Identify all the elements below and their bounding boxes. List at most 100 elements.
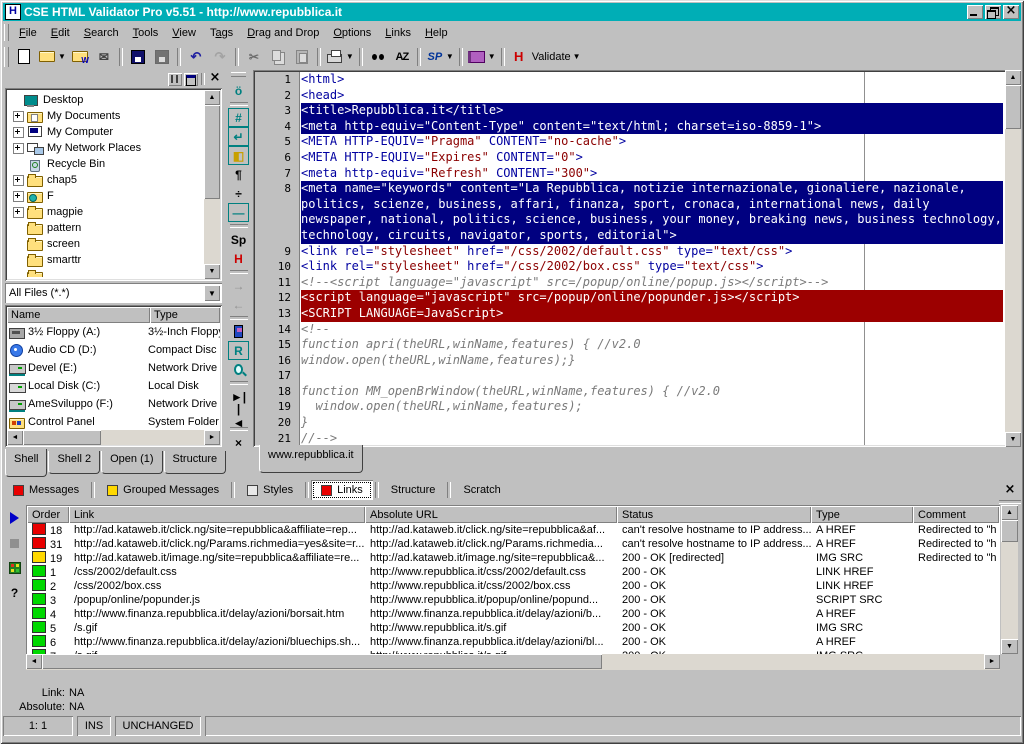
tab-structure[interactable]: Structure bbox=[164, 451, 227, 474]
dropdown-arrow-icon[interactable]: ▼ bbox=[446, 52, 454, 61]
tab-shell[interactable]: Shell bbox=[5, 449, 47, 477]
restore-button[interactable] bbox=[985, 5, 1001, 19]
code-text[interactable]: <script language="javascript" src=/popup… bbox=[301, 290, 1003, 306]
menu-item-help[interactable]: Help bbox=[418, 25, 455, 41]
line-spacing-button[interactable]: ÷ bbox=[228, 184, 249, 203]
print-button[interactable]: ▼ bbox=[324, 46, 356, 68]
next-message-button[interactable]: → bbox=[228, 276, 249, 295]
tree-item-recycle-bin[interactable]: Recycle Bin bbox=[9, 156, 202, 172]
links-hscroll-thumb[interactable] bbox=[42, 654, 602, 669]
tree-item-f[interactable]: F bbox=[9, 188, 202, 204]
toolbar-grip[interactable] bbox=[4, 47, 9, 67]
tree-expand-icon[interactable] bbox=[13, 111, 24, 122]
code-text[interactable]: <link rel="stylesheet" href="/css/2002/b… bbox=[301, 259, 1003, 275]
save-button[interactable] bbox=[126, 46, 150, 68]
tree-scroll-thumb[interactable] bbox=[204, 105, 220, 199]
pilcrow-button[interactable]: ¶ bbox=[228, 165, 249, 184]
file-list-header-name[interactable]: Name bbox=[7, 307, 150, 323]
tree-item-desktop[interactable]: Desktop bbox=[9, 92, 202, 108]
dropdown-arrow-icon[interactable]: ▼ bbox=[488, 52, 496, 61]
editor-scrollbar[interactable]: ▲ ▼ bbox=[1005, 70, 1021, 447]
new-file-button[interactable] bbox=[12, 46, 36, 68]
undo-button[interactable]: ↶ bbox=[184, 46, 208, 68]
column-header-order[interactable]: Order bbox=[27, 506, 69, 523]
file-row-local-disk-c[interactable]: Local Disk (C:)Local Disk bbox=[7, 377, 220, 395]
menu-item-file[interactable]: File bbox=[12, 25, 44, 41]
tree-expand-icon[interactable] bbox=[13, 175, 24, 186]
spell-button[interactable]: SP▼ bbox=[424, 46, 456, 68]
tree-expand-icon[interactable] bbox=[13, 127, 24, 138]
tree-item-chap5[interactable]: chap5 bbox=[9, 172, 202, 188]
document-tab[interactable]: www.repubblica.it bbox=[259, 445, 363, 473]
links-scroll-left-icon[interactable]: ◄ bbox=[26, 654, 42, 669]
editor-scroll-down-icon[interactable]: ▼ bbox=[1005, 432, 1021, 447]
open-web-button[interactable] bbox=[68, 46, 92, 68]
tree-item-pattern[interactable]: pattern bbox=[9, 220, 202, 236]
file-list-scroll-left-icon[interactable]: ◄ bbox=[7, 430, 23, 445]
split-view-button[interactable]: ◧ bbox=[228, 146, 249, 165]
save-all-button[interactable] bbox=[150, 46, 174, 68]
file-filter-combo[interactable]: All Files (*.*) ▼ bbox=[5, 283, 222, 303]
code-text[interactable]: } bbox=[301, 415, 1003, 431]
links-scroll-down-icon[interactable]: ▼ bbox=[1001, 639, 1018, 654]
browser-preview-button[interactable] bbox=[228, 322, 249, 341]
tree-item-magpie[interactable]: magpie bbox=[9, 204, 202, 220]
code-text[interactable]: <html> bbox=[301, 72, 1003, 88]
tree-scrollbar[interactable]: ▲ ▼ bbox=[204, 90, 220, 279]
stop-icon[interactable] bbox=[6, 535, 24, 551]
code-text[interactable]: window.open(theURL,winName,features);} bbox=[301, 353, 1003, 369]
table-row[interactable]: 2/css/2002/box.csshttp://www.repubblica.… bbox=[27, 579, 999, 593]
links-scroll-up-icon[interactable]: ▲ bbox=[1001, 505, 1018, 520]
results-tab-links[interactable]: Links bbox=[311, 480, 373, 500]
menu-item-edit[interactable]: Edit bbox=[44, 25, 77, 41]
file-list-scroll-right-icon[interactable]: ► bbox=[204, 430, 220, 445]
tree-item-item[interactable] bbox=[9, 268, 202, 277]
reference-button[interactable]: ▼ bbox=[466, 46, 498, 68]
column-header-link[interactable]: Link bbox=[69, 506, 365, 523]
side-toolbar-grip[interactable] bbox=[231, 72, 246, 77]
tree-expand-icon[interactable] bbox=[13, 191, 24, 202]
tree-scroll-up-icon[interactable]: ▲ bbox=[204, 90, 220, 105]
column-header-status[interactable]: Status bbox=[617, 506, 811, 523]
redo-button[interactable]: ↷ bbox=[208, 46, 232, 68]
file-list-hscrollbar[interactable]: ◄ ► bbox=[7, 430, 220, 445]
menu-item-tags[interactable]: Tags bbox=[203, 25, 240, 41]
menu-item-drag-and-drop[interactable]: Drag and Drop bbox=[240, 25, 326, 41]
code-text[interactable]: <!--<script language="javascript" src=/p… bbox=[301, 275, 1003, 291]
find-button[interactable] bbox=[366, 46, 390, 68]
editor-scroll-up-icon[interactable]: ▲ bbox=[1005, 70, 1021, 85]
code-text[interactable]: function apri(theURL,winName,features) {… bbox=[301, 337, 1003, 353]
results-tab-structure[interactable]: Structure bbox=[381, 480, 446, 500]
open-button[interactable]: ▼ bbox=[36, 46, 68, 68]
paste-button[interactable] bbox=[290, 46, 314, 68]
code-text[interactable]: <link rel="stylesheet" href="/css/2002/d… bbox=[301, 244, 1003, 260]
menu-item-view[interactable]: View bbox=[165, 25, 203, 41]
tree-expand-icon[interactable] bbox=[13, 207, 24, 218]
tab-open-1[interactable]: Open (1) bbox=[101, 451, 162, 474]
grid-view-icon[interactable] bbox=[6, 560, 24, 576]
validate-h-button[interactable]: H bbox=[228, 249, 249, 268]
menu-item-links[interactable]: Links bbox=[378, 25, 418, 41]
panel-split-icon[interactable] bbox=[168, 73, 182, 86]
table-row[interactable]: 5/s.gifhttp://www.repubblica.it/s.gif200… bbox=[27, 621, 999, 635]
sort-button[interactable]: AZ bbox=[390, 46, 414, 68]
code-text[interactable]: function MM_openBrWindow(theURL,winName,… bbox=[301, 384, 1003, 400]
dropdown-arrow-icon[interactable]: ▼ bbox=[573, 52, 581, 61]
file-row-devel-e[interactable]: Devel (E:)Network Drive bbox=[7, 359, 220, 377]
code-text[interactable]: <META HTTP-EQUIV="Pragma" CONTENT="no-ca… bbox=[301, 134, 1003, 150]
tree-item-my-documents[interactable]: My Documents bbox=[9, 108, 202, 124]
file-row-audio-cd-d[interactable]: Audio CD (D:)Compact Disc bbox=[7, 341, 220, 359]
results-tab-messages[interactable]: Messages bbox=[3, 480, 89, 500]
first-button[interactable]: |◄ bbox=[228, 406, 249, 425]
results-tab-styles[interactable]: Styles bbox=[237, 480, 303, 500]
find-in-page-button[interactable] bbox=[228, 360, 249, 379]
code-text[interactable]: //--> bbox=[301, 431, 1003, 445]
code-text[interactable] bbox=[301, 368, 1003, 384]
tree-item-screen[interactable]: screen bbox=[9, 236, 202, 252]
code-editor[interactable]: 1<html>2<head>3<title>Repubblica.it</tit… bbox=[253, 70, 1021, 447]
menu-item-options[interactable]: Options bbox=[326, 25, 378, 41]
close-pane-button[interactable]: × bbox=[228, 433, 249, 452]
table-row[interactable]: 1/css/2002/default.csshttp://www.repubbl… bbox=[27, 565, 999, 579]
tree-item-smarttr[interactable]: smarttr bbox=[9, 252, 202, 268]
dropdown-arrow-icon[interactable]: ▼ bbox=[58, 52, 66, 61]
